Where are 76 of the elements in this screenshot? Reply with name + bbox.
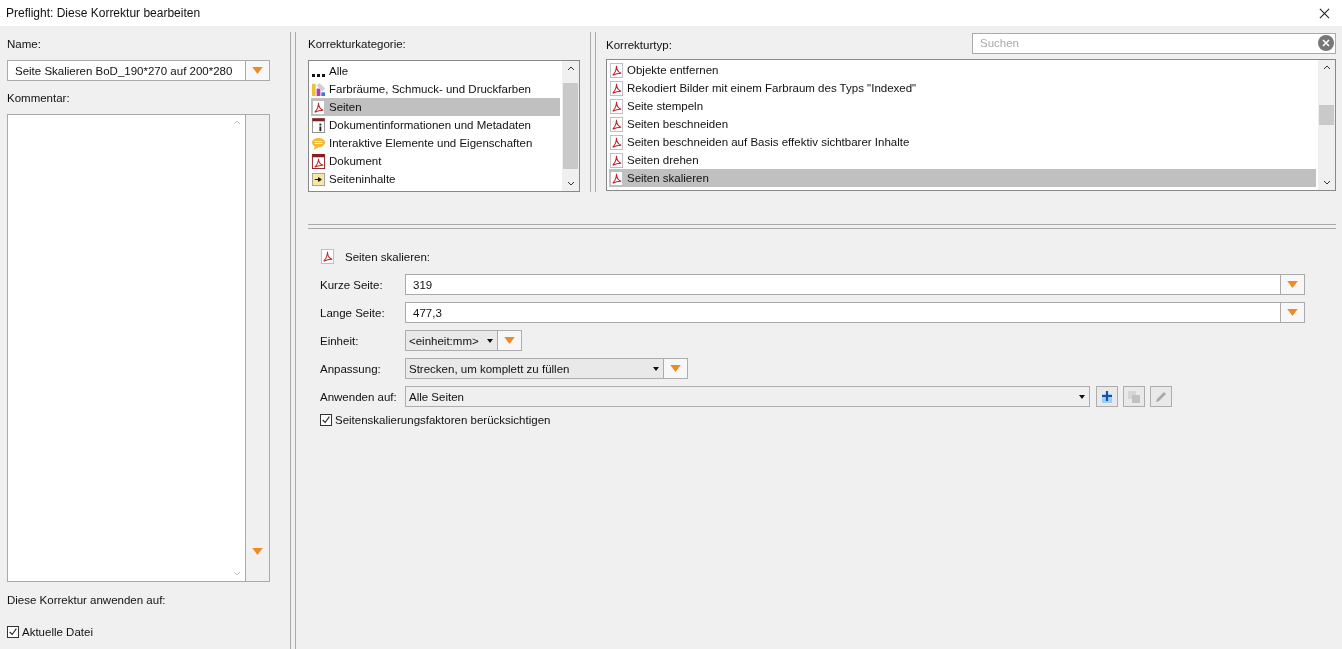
dropdown-arrow-icon[interactable] [252, 67, 263, 74]
close-icon[interactable] [1319, 7, 1330, 19]
scrollbar[interactable] [1318, 60, 1335, 190]
type-item[interactable]: Seite stempeln [609, 97, 1316, 115]
field-label: Anwenden auf: [320, 390, 398, 403]
section-heading: Seiten skalieren: [345, 250, 431, 263]
window-title: Preflight: Diese Korrektur bearbeiten [6, 6, 201, 20]
info-document-icon [311, 117, 326, 133]
field-label: Lange Seite: [320, 306, 386, 319]
category-item[interactable]: Seiteninhalte [311, 170, 560, 188]
search-field[interactable]: Suchen [972, 32, 1336, 54]
type-label: Korrekturtyp: [606, 39, 672, 51]
type-item[interactable]: Seiten drehen [609, 151, 1316, 169]
category-item[interactable]: Dokumentinformationen und Metadaten [311, 116, 560, 134]
chevron-up-icon[interactable] [566, 66, 575, 71]
pdf-icon [320, 249, 335, 264]
type-item[interactable]: Seiten skalieren [609, 169, 1316, 187]
checkbox[interactable] [320, 414, 332, 426]
field-label: Kurze Seite: [320, 278, 384, 291]
dropdown[interactable]: <einheit:mm> [405, 330, 522, 351]
pdf-icon [311, 153, 326, 169]
field-label: Einheit: [320, 334, 360, 347]
duplicate-button[interactable] [1123, 386, 1145, 407]
dropdown[interactable]: Strecken, um komplett zu füllen [405, 358, 688, 379]
dots-icon [312, 73, 325, 77]
content-icon [311, 171, 326, 187]
category-item[interactable]: Alle [311, 62, 560, 80]
comment-label: Kommentar: [7, 92, 71, 104]
scrollbar[interactable] [562, 61, 579, 191]
chevron-up-icon[interactable] [1322, 65, 1331, 70]
pdf-icon [609, 152, 624, 168]
type-item[interactable]: Seiten beschneiden auf Basis effektiv sichtbarer Inhalte [609, 133, 1316, 151]
input-combo[interactable]: 477,3 [405, 302, 1305, 323]
scrollbar-thumb[interactable] [563, 83, 578, 169]
pdf-icon [609, 80, 624, 96]
category-item[interactable]: Farbräume, Schmuck- und Druckfarben [311, 80, 560, 98]
field-label: Anpassung: [320, 362, 382, 375]
type-item[interactable]: Objekte entfernen [609, 61, 1316, 79]
scrollbar-thumb[interactable] [1319, 105, 1334, 125]
type-item[interactable]: Rekodiert Bilder mit einem Farbraum des Typs "Indexed" [609, 79, 1316, 97]
name-label: Name: [7, 38, 42, 50]
pdf-icon [609, 116, 624, 132]
category-item[interactable]: Dokument [311, 152, 560, 170]
category-label: Korrekturkategorie: [308, 38, 407, 50]
dropdown-arrow-icon[interactable] [1287, 309, 1298, 316]
add-button[interactable] [1096, 386, 1118, 407]
category-item[interactable]: Seiten [311, 98, 560, 116]
plus-icon [1100, 389, 1114, 404]
caret-icon [487, 338, 493, 343]
copy-icon [1127, 389, 1141, 404]
pdf-icon [609, 170, 624, 186]
category-item[interactable]: Interaktive Elemente und Eigenschaften [311, 134, 560, 152]
color-swatch-icon [311, 81, 326, 97]
pencil-icon [1154, 389, 1168, 404]
edit-button[interactable] [1150, 386, 1172, 407]
pdf-icon [609, 98, 624, 114]
checkbox-label: Aktuelle Datei [22, 626, 93, 638]
pdf-icon [609, 134, 624, 150]
clear-icon[interactable] [1318, 34, 1334, 51]
pdf-icon [311, 99, 326, 115]
input-combo[interactable]: 319 [405, 274, 1305, 295]
name-combo[interactable]: Seite Skalieren BoD_190*270 auf 200*280 [7, 60, 270, 81]
comment-icon [311, 135, 326, 151]
chevron-down-icon[interactable] [566, 181, 575, 186]
type-item[interactable]: Seiten beschneiden [609, 115, 1316, 133]
dropdown-arrow-icon[interactable] [504, 337, 515, 344]
pdf-icon [609, 62, 624, 78]
checkbox[interactable] [7, 626, 19, 638]
dropdown-arrow-icon[interactable] [1287, 281, 1298, 288]
checkbox-label: Seitenskalierungsfaktoren berücksichtigen [335, 414, 551, 426]
apply-label: Diese Korrektur anwenden auf: [7, 594, 167, 606]
caret-icon [1079, 394, 1085, 399]
caret-icon [653, 366, 659, 371]
dropdown-arrow-icon[interactable] [670, 365, 681, 372]
dropdown[interactable]: Alle Seiten [405, 386, 1090, 407]
chevron-down-icon[interactable] [1322, 180, 1331, 185]
